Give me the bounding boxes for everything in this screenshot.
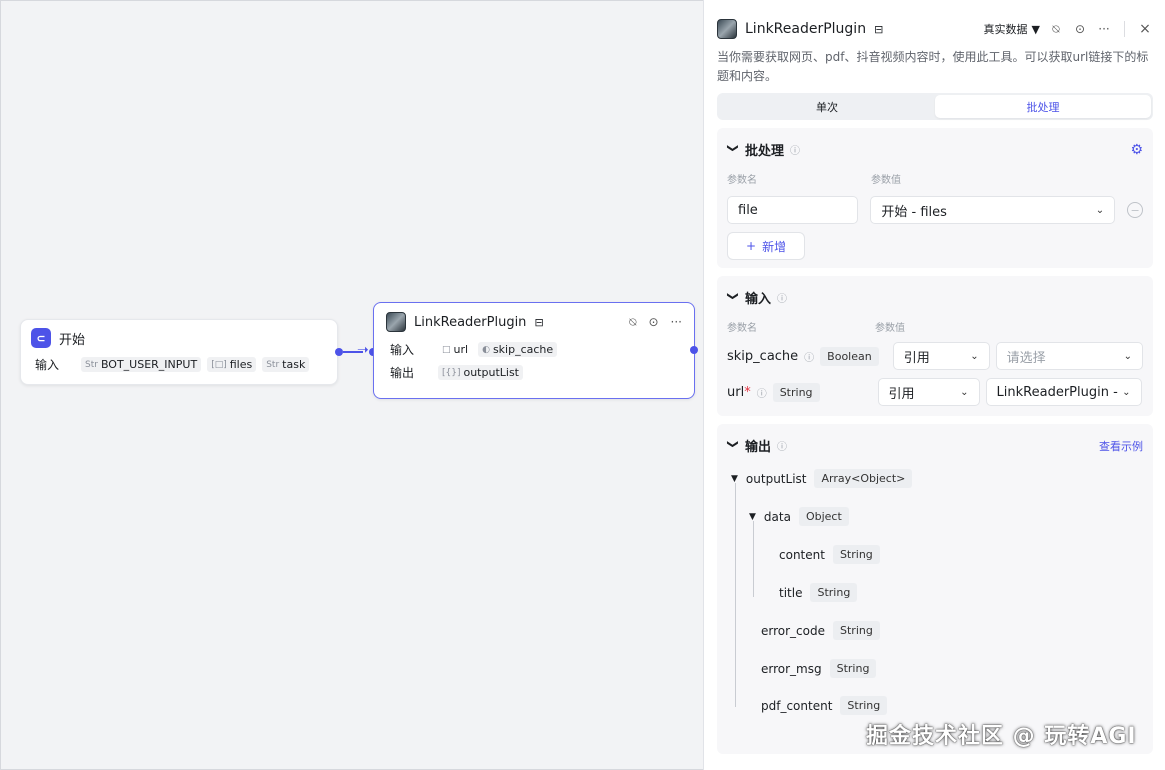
input-param-name: skip_cache xyxy=(727,348,799,364)
tree-node-title: title String xyxy=(779,583,858,602)
input-param-name: url* xyxy=(727,384,751,400)
watermark: 掘金技术社区 @ 玩转AGI xyxy=(866,724,1137,749)
play-icon[interactable]: ⊙ xyxy=(648,315,658,330)
info-icon[interactable]: ⓘ xyxy=(790,142,800,157)
chevron-down-icon: ⌄ xyxy=(960,386,969,398)
chevron-down-icon: ⌄ xyxy=(1095,204,1105,216)
plugin-input-tag: □ url xyxy=(442,343,469,356)
node-config-panel: LinkReaderPlugin ⊟ 真实数据 ▼ ⍉ ⊙ ··· × 当你需要获… xyxy=(703,0,1165,770)
tree-node-error-msg: error_msg String xyxy=(761,659,877,678)
info-icon[interactable]: ⓘ xyxy=(804,349,814,364)
plugin-node-title: LinkReaderPlugin xyxy=(414,314,527,330)
divider xyxy=(1124,21,1125,37)
start-input-label: 输入 xyxy=(35,358,60,372)
col-param-value: 参数值 xyxy=(871,175,901,186)
input-value-select[interactable]: LinkReaderPlugin - ⌄ xyxy=(985,378,1142,406)
output-title: 输出 xyxy=(745,440,772,455)
input-title: 输入 xyxy=(745,292,772,307)
start-input-tag: Str BOT_USER_INPUT xyxy=(81,357,202,372)
caret-down-icon[interactable]: ▼ xyxy=(731,474,738,484)
output-section: ❯ 输出 ⓘ 查看示例 ▼ outputList Array<Object> ▼… xyxy=(717,424,1153,754)
tree-node-data[interactable]: ▼ data Object xyxy=(749,507,849,526)
tree-node-error-code: error_code String xyxy=(761,621,880,640)
chevron-down-icon: ⌄ xyxy=(1122,386,1131,398)
plugin-tag-icon: ⊟ xyxy=(534,315,544,329)
plugin-output-port[interactable] xyxy=(690,346,698,354)
plugin-output-label: 输出 xyxy=(390,366,415,380)
info-icon[interactable]: ⓘ xyxy=(777,290,787,305)
info-icon[interactable]: ⓘ xyxy=(777,438,787,453)
chevron-down-icon[interactable]: ❯ xyxy=(727,144,740,156)
start-node-title: 开始 xyxy=(59,332,86,348)
bell-off-icon[interactable]: ⍉ xyxy=(629,315,636,330)
batch-param-name-input[interactable]: file xyxy=(727,196,859,224)
input-param-type: String xyxy=(772,382,820,402)
play-icon[interactable]: ⊙ xyxy=(1072,22,1088,36)
batch-section: ❯ 批处理 ⓘ ⚙ 参数名 参数值 file 开始 - files ⌄ − + 新增 xyxy=(717,128,1153,268)
batch-param-value-select[interactable]: 开始 - files ⌄ xyxy=(870,196,1116,224)
remove-icon[interactable]: − xyxy=(1127,202,1144,218)
plugin-output-tag: [{}] outputList xyxy=(438,365,523,380)
panel-description: 当你需要获取网页、pdf、抖音视频内容时，使用此工具。可以获取url链接下的标题… xyxy=(717,50,1149,83)
tree-line xyxy=(753,521,754,597)
start-icon: ⊂ xyxy=(31,328,51,348)
start-input-tag: [□] files xyxy=(207,357,257,372)
tree-node-pdf-content: pdf_content String xyxy=(761,696,888,715)
mode-tabs: 单次 批处理 xyxy=(717,93,1153,120)
add-button[interactable]: + 新增 xyxy=(727,232,806,260)
input-param-type: Boolean xyxy=(820,346,879,366)
chevron-down-icon[interactable]: ❯ xyxy=(727,292,740,304)
chevron-down-icon: ⌄ xyxy=(970,350,979,362)
bell-off-icon[interactable]: ⍉ xyxy=(1048,22,1064,37)
panel-plugin-logo xyxy=(717,19,737,39)
plugin-logo xyxy=(386,312,406,332)
data-mode-select[interactable]: 真实数据 ▼ xyxy=(984,21,1040,37)
more-icon[interactable]: ··· xyxy=(671,315,682,330)
plugin-node[interactable]: LinkReaderPlugin ⊟ ⍉ ⊙ ··· 输入 □ url ◐ skip… xyxy=(373,302,695,399)
tab-single[interactable]: 单次 xyxy=(719,95,935,118)
plus-icon: + xyxy=(746,239,757,253)
plugin-input-label: 输入 xyxy=(390,343,415,357)
required-mark: * xyxy=(744,384,751,400)
input-mode-select[interactable]: 引用 ⌄ xyxy=(892,342,990,370)
gear-icon[interactable]: ⚙ xyxy=(1130,142,1143,158)
chevron-down-icon[interactable]: ❯ xyxy=(727,440,740,452)
tab-batch[interactable]: 批处理 xyxy=(935,95,1151,118)
input-value-select[interactable]: 请选择 ⌄ xyxy=(995,342,1143,370)
arrow-head-icon: ➝ xyxy=(357,342,369,358)
tree-node-outputList[interactable]: ▼ outputList Array<Object> xyxy=(731,469,913,488)
plugin-input-tag: ◐ skip_cache xyxy=(478,342,558,357)
tree-node-content: content String xyxy=(779,545,880,564)
caret-down-icon[interactable]: ▼ xyxy=(749,512,756,522)
plugin-tag-icon: ⊟ xyxy=(874,22,884,36)
close-icon[interactable]: × xyxy=(1137,21,1153,37)
input-mode-select[interactable]: 引用 ⌄ xyxy=(877,378,980,406)
start-node[interactable]: ⊂ 开始 输入 Str BOT_USER_INPUT [□] files Str ta… xyxy=(20,319,338,385)
col-param-name: 参数名 xyxy=(727,175,757,186)
start-output-port[interactable] xyxy=(335,348,343,356)
col-param-value: 参数值 xyxy=(875,323,905,334)
info-icon[interactable]: ⓘ xyxy=(757,385,767,400)
start-input-tag: Str task xyxy=(262,357,310,372)
batch-title: 批处理 xyxy=(745,144,785,159)
chevron-down-icon: ⌄ xyxy=(1123,350,1132,362)
panel-title: LinkReaderPlugin xyxy=(745,21,867,37)
more-icon[interactable]: ··· xyxy=(1096,22,1112,36)
col-param-name: 参数名 xyxy=(727,323,757,334)
input-section: ❯ 输入 ⓘ 参数名 参数值 skip_cache ⓘ Boolean 引用 ⌄ … xyxy=(717,276,1153,416)
tree-line xyxy=(735,483,736,707)
view-example-link[interactable]: 查看示例 xyxy=(1099,438,1143,454)
caret-down-icon: ▼ xyxy=(1031,22,1040,36)
